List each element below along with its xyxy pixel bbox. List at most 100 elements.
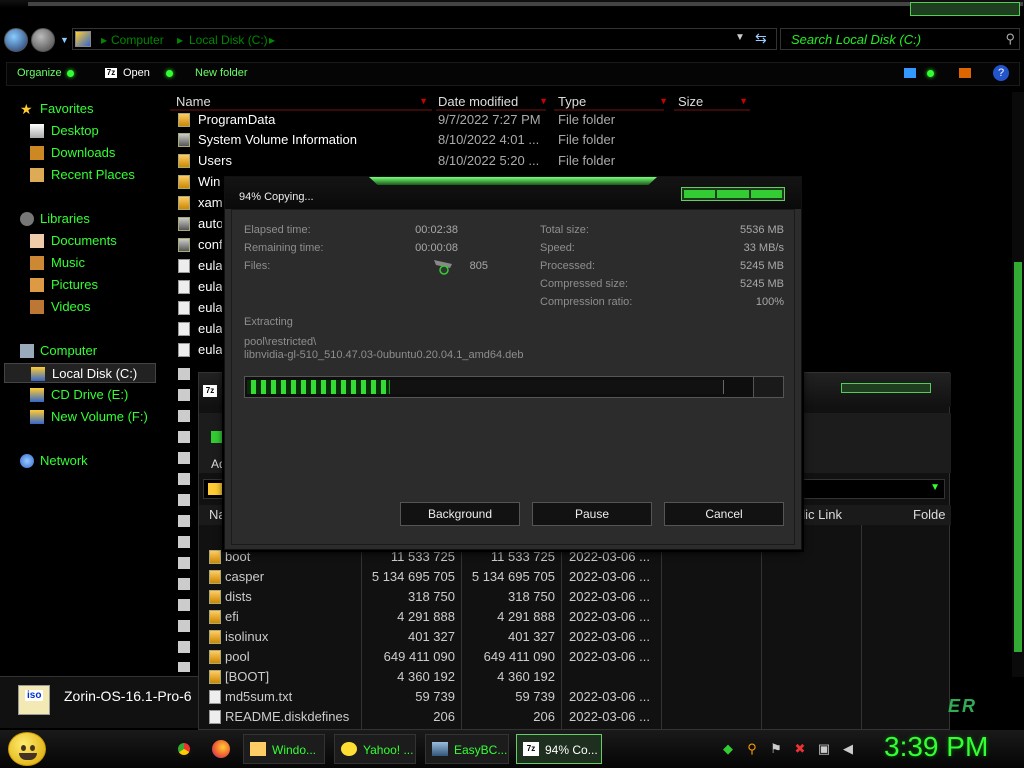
sidebar-item-music[interactable]: Music — [0, 253, 156, 273]
archive-row[interactable]: boot 11 533 725 11 533 725 2022-03-06 ... — [199, 547, 951, 567]
search-icon[interactable]: ⚲ — [1005, 31, 1015, 47]
search-placeholder: Search Local Disk (C:) — [791, 32, 922, 47]
current-folder-path: pool\restricted\ — [244, 336, 317, 348]
path-dropdown-icon[interactable]: ▼ — [930, 482, 940, 493]
file-row[interactable]: auto — [160, 214, 224, 234]
window-control-buttons[interactable] — [681, 187, 785, 201]
folder-icon — [209, 650, 221, 664]
file-row[interactable]: conf — [160, 235, 224, 255]
archive-row[interactable]: md5sum.txt 59 739 59 739 2022-03-06 ... — [199, 687, 951, 707]
file-row[interactable]: Users 8/10/2022 5:20 ... File folder — [160, 151, 780, 171]
archive-row[interactable]: efi 4 291 888 4 291 888 2022-03-06 ... — [199, 607, 951, 627]
archive-row[interactable]: [BOOT] 4 360 192 4 360 192 — [199, 667, 951, 687]
organize-button[interactable]: Organize — [17, 67, 74, 79]
window-control-buttons[interactable] — [841, 383, 931, 393]
security-tray-icon[interactable]: ✖ — [792, 741, 808, 757]
volume-tray-icon[interactable]: ◀ — [840, 741, 856, 757]
back-button[interactable] — [4, 28, 28, 52]
archive-row[interactable]: casper 5 134 695 705 5 134 695 705 2022-03-… — [199, 567, 951, 587]
archive-row[interactable]: pool 649 411 090 649 411 090 2022-03-06 ... — [199, 647, 951, 667]
taskbar-item-yahoo[interactable]: Yahoo! ... — [334, 734, 416, 764]
sidebar-computer[interactable]: Computer — [0, 341, 156, 361]
file-row[interactable]: eula — [160, 340, 224, 360]
file-row[interactable]: eula — [160, 298, 224, 318]
taskbar-clock[interactable]: 3:39 PM — [884, 731, 988, 763]
file-row[interactable]: xam — [160, 193, 224, 213]
sidebar-item-cd-drive[interactable]: CD Drive (E:) — [0, 385, 156, 405]
archive-row[interactable]: dists 318 750 318 750 2022-03-06 ... — [199, 587, 951, 607]
window-control-buttons[interactable] — [910, 2, 1020, 16]
archive-item-packed: 401 327 — [508, 629, 555, 644]
search-input[interactable]: Search Local Disk (C:) ⚲ — [780, 28, 1020, 50]
file-row[interactable]: eula — [160, 319, 224, 339]
search-tray-icon[interactable]: ⚲ — [744, 741, 760, 757]
file-type: File folder — [558, 153, 616, 168]
taskbar-item-copy-progress[interactable]: 7z 94% Co... — [516, 734, 602, 764]
chrome-icon[interactable] — [175, 740, 193, 758]
start-button[interactable] — [8, 732, 46, 766]
sidebar-item-downloads[interactable]: Downloads — [0, 143, 156, 163]
remaining-time-label: Remaining time: — [244, 242, 324, 254]
sidebar-item-new-volume[interactable]: New Volume (F:) — [0, 407, 156, 427]
preview-pane-icon[interactable] — [959, 68, 971, 78]
recent-pages-dropdown-icon[interactable]: ▼ — [60, 35, 69, 45]
file-name: eula — [198, 300, 223, 315]
sidebar-libraries[interactable]: Libraries — [0, 209, 156, 229]
column-public-link[interactable]: blic Link — [795, 507, 842, 522]
view-dropdown-button[interactable] — [922, 67, 934, 79]
archive-item-size: 4 291 888 — [397, 609, 455, 624]
network-tray-icon[interactable]: ◆ — [720, 741, 736, 757]
sidebar-item-pictures[interactable]: Pictures — [0, 275, 156, 295]
archive-item-size: 318 750 — [408, 589, 455, 604]
cancel-button[interactable]: Cancel — [664, 502, 784, 526]
compressed-size-value: 5245 MB — [739, 278, 784, 290]
taskbar-item-easybcd[interactable]: EasyBC... — [425, 734, 509, 764]
file-row[interactable]: Win — [160, 172, 224, 192]
address-dropdown-icon[interactable]: ▼ — [735, 32, 745, 43]
scrollbar-thumb[interactable] — [1014, 262, 1022, 652]
sidebar-item-desktop[interactable]: Desktop — [0, 121, 156, 141]
background-button[interactable]: Background — [400, 502, 520, 526]
sidebar-item-documents[interactable]: Documents — [0, 231, 156, 251]
sidebar-favorites[interactable]: ★ Favorites — [0, 99, 156, 119]
operation-label: Extracting — [244, 316, 293, 328]
file-row[interactable]: ProgramData 9/7/2022 7:27 PM File folder — [160, 110, 780, 130]
selected-iso-item[interactable]: iso Zorin-OS-16.1-Pro-6 — [0, 676, 198, 728]
pause-button[interactable]: Pause — [532, 502, 652, 526]
connection-tray-icon[interactable]: ▣ — [816, 741, 832, 757]
file-row[interactable]: System Volume Information 8/10/2022 4:01 … — [160, 130, 780, 150]
archive-row[interactable]: README.diskdefines 206 206 2022-03-06 ... — [199, 707, 951, 727]
archive-item-name: boot — [225, 549, 251, 564]
progress-bar-end — [753, 377, 783, 397]
forward-button[interactable] — [31, 28, 55, 52]
file-name: System Volume Information — [198, 132, 357, 147]
sidebar-item-videos[interactable]: Videos — [0, 297, 156, 317]
taskbar-item-label: 94% Co... — [545, 743, 598, 757]
new-folder-button[interactable]: New folder — [195, 67, 248, 79]
refresh-icon[interactable]: ⇆ — [755, 30, 767, 47]
dialog-titlebar[interactable]: 94% Copying... — [225, 177, 801, 209]
folder-icon — [178, 154, 190, 168]
flag-tray-icon[interactable]: ⚑ — [768, 741, 784, 757]
file-row[interactable]: eula — [160, 277, 224, 297]
archive-row[interactable]: isolinux 401 327 401 327 2022-03-06 ... — [199, 627, 951, 647]
sort-arrow-icon: ▼ — [739, 96, 748, 106]
sidebar-item-recent-places[interactable]: Recent Places — [0, 165, 156, 185]
view-options-icon[interactable] — [904, 68, 916, 78]
firefox-icon[interactable] — [212, 740, 230, 758]
folder-icon — [208, 483, 222, 495]
sidebar-network[interactable]: Network — [0, 451, 156, 471]
address-bar[interactable]: ▸ Computer ▸ Local Disk (C:) ▸ — [72, 28, 777, 50]
taskbar-item-windows-explorer[interactable]: Windo... — [243, 734, 325, 764]
breadcrumb-local-disk[interactable]: Local Disk (C:) — [189, 33, 268, 47]
open-button[interactable]: Open — [123, 67, 173, 79]
breadcrumb-computer[interactable]: Computer — [111, 33, 164, 47]
sidebar-item-local-disk[interactable]: Local Disk (C:) — [4, 363, 156, 383]
help-icon[interactable]: ? — [993, 65, 1009, 81]
compression-ratio-label: Compression ratio: — [540, 296, 633, 308]
column-folder[interactable]: Folde — [913, 507, 946, 522]
breadcrumb-separator-icon: ▸ — [177, 33, 184, 47]
vertical-scrollbar[interactable] — [1012, 92, 1024, 677]
file-name: conf — [198, 237, 223, 252]
file-row[interactable]: eula — [160, 256, 224, 276]
